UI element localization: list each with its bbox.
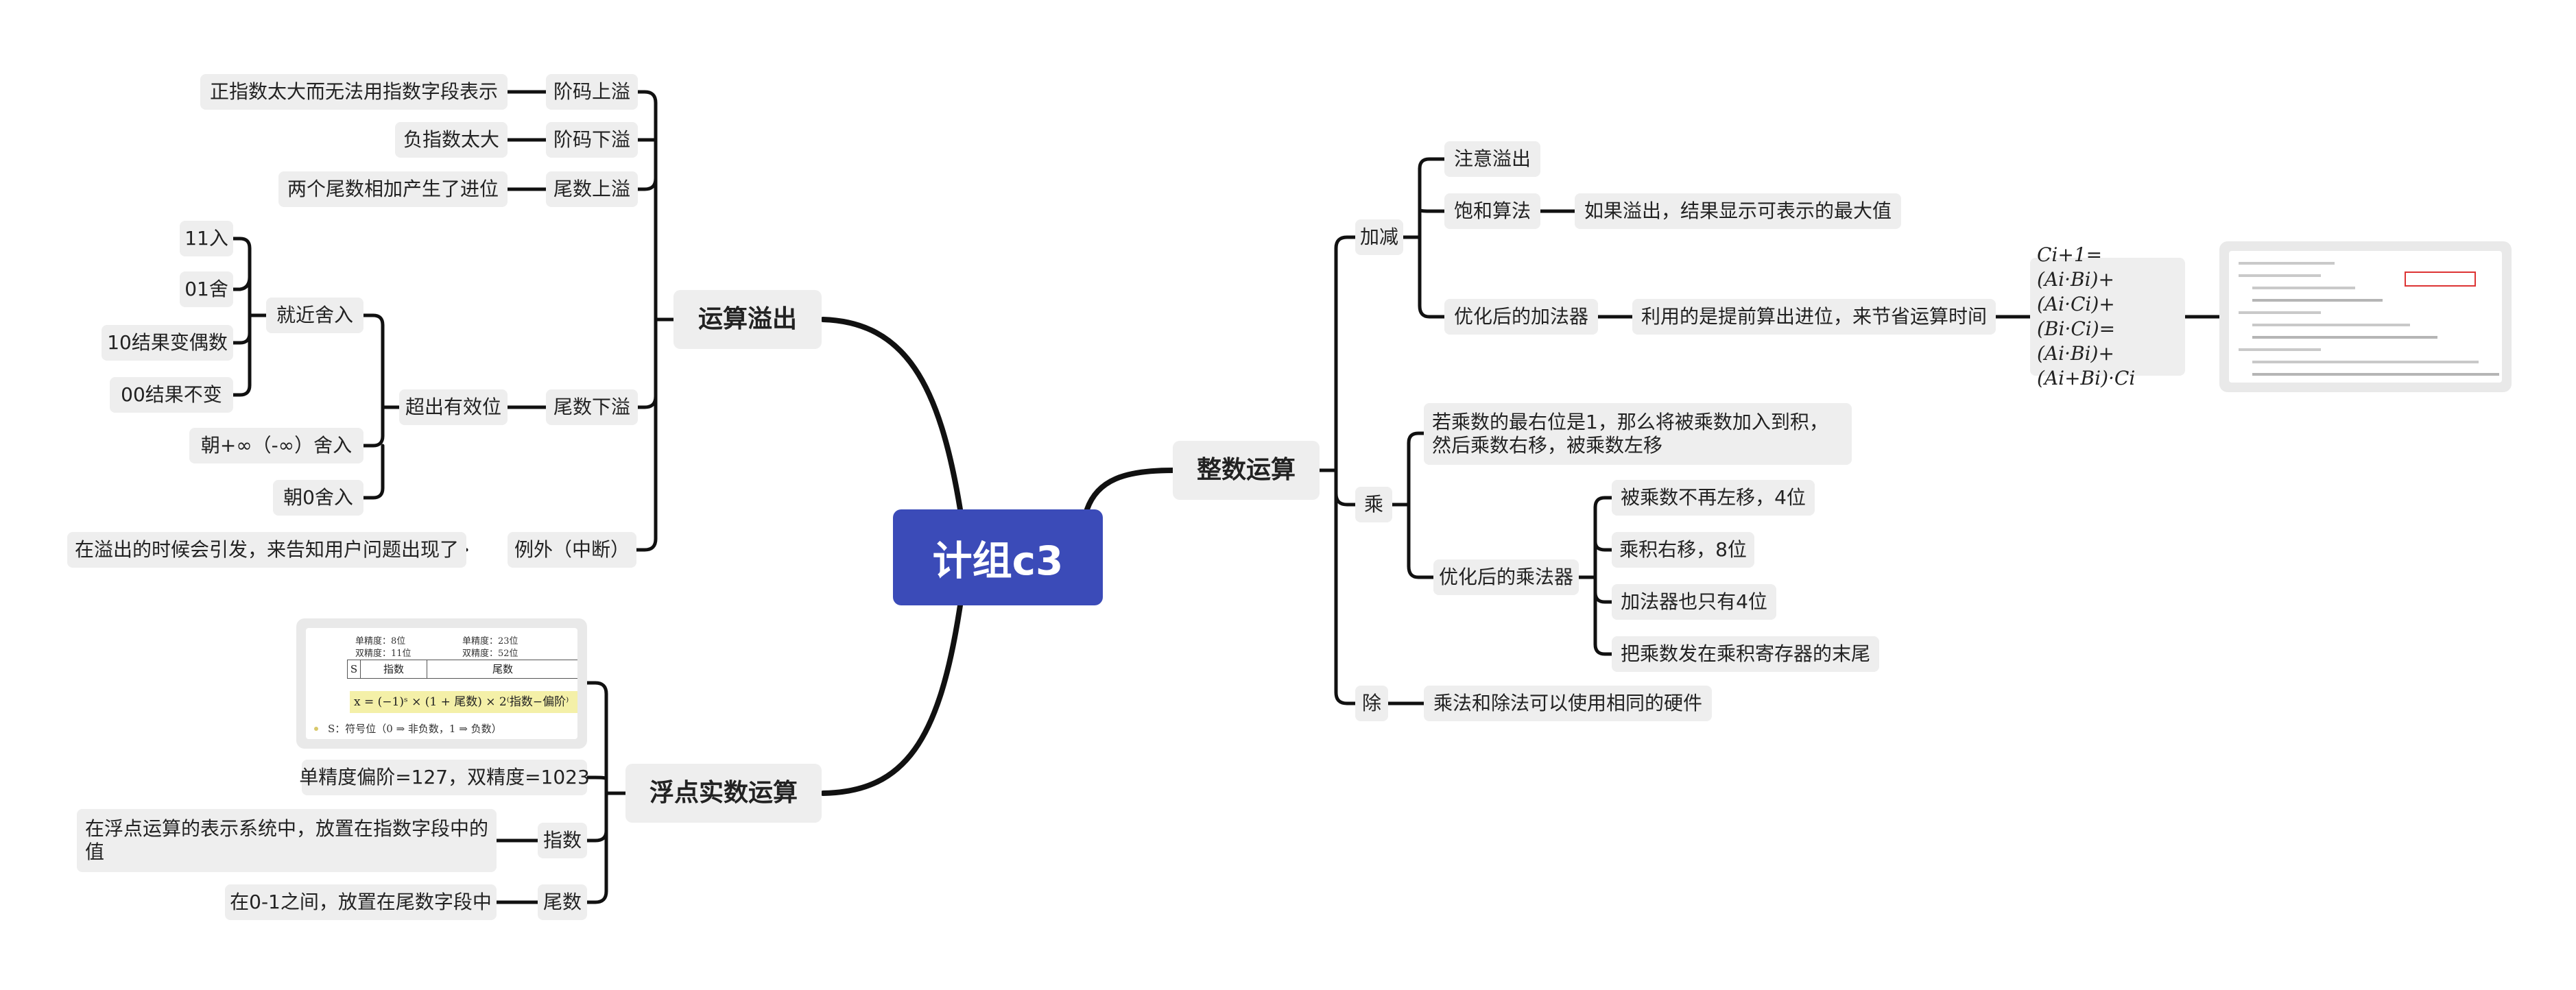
node-round-01[interactable]: 01舍 xyxy=(180,271,233,307)
node-exp-overflow[interactable]: 阶码上溢 xyxy=(546,74,638,110)
field-exponent: 指数 xyxy=(361,660,427,678)
image-line xyxy=(2239,348,2321,351)
node-addsub[interactable]: 加减 xyxy=(1355,219,1403,255)
image-line xyxy=(2252,336,2437,339)
node-mul-item-2[interactable]: 乘积右移，8位 xyxy=(1612,532,1754,568)
image-line xyxy=(2239,311,2321,314)
node-round-toward-zero[interactable]: 朝0舍入 xyxy=(273,480,363,516)
node-exponent[interactable]: 指数 xyxy=(538,823,587,858)
node-mul-item-4[interactable]: 把乘数发在乘积寄存器的末尾 xyxy=(1612,636,1879,672)
field-mantissa: 尾数 xyxy=(492,663,513,675)
node-round-10[interactable]: 10结果变偶数 xyxy=(102,325,233,361)
node-round-nearest[interactable]: 就近舍入 xyxy=(266,298,363,333)
node-mul-rule[interactable]: 若乘数的最右位是1，那么将被乘数加入到积，然后乘数右移，被乘数左移 xyxy=(1424,403,1852,465)
node-mul-item-1[interactable]: 被乘数不再左移，4位 xyxy=(1612,480,1815,516)
node-mantissa-underflow[interactable]: 尾数下溢 xyxy=(546,389,638,425)
image-line xyxy=(2252,324,2410,326)
node-mantissa[interactable]: 尾数 xyxy=(538,884,587,920)
single-man-bits: 单精度：23位 xyxy=(462,636,518,647)
single-exp-bits: 单精度：8位 xyxy=(355,636,406,647)
branch-overflow[interactable]: 运算溢出 xyxy=(673,290,822,349)
node-exp-underflow-desc[interactable]: 负指数太大 xyxy=(395,122,508,158)
node-round-11[interactable]: 11入 xyxy=(180,221,233,256)
root-topic[interactable]: 计组c3 xyxy=(893,509,1103,605)
image-line xyxy=(2239,274,2321,277)
node-round-toward-inf[interactable]: 朝+∞（-∞）舍入 xyxy=(189,428,363,463)
node-overflow-note[interactable]: 注意溢出 xyxy=(1444,141,1540,177)
node-mul[interactable]: 乘 xyxy=(1355,487,1392,522)
node-div[interactable]: 除 xyxy=(1355,686,1388,721)
field-sign: S xyxy=(348,660,361,678)
node-exp-underflow[interactable]: 阶码下溢 xyxy=(546,122,638,158)
double-exp-bits: 双精度：11位 xyxy=(355,649,412,659)
image-line xyxy=(2252,299,2383,302)
image-line xyxy=(2252,361,2479,363)
field-table: S 指数 尾数 xyxy=(347,660,577,679)
node-exp-overflow-desc[interactable]: 正指数太大而无法用指数字段表示 xyxy=(200,74,508,110)
node-carry-formula[interactable]: Ci+1=(Ai·Bi)+(Ai·Ci)+(Bi·Ci)=(Ai·Bi)+(Ai… xyxy=(2030,243,2185,389)
image-line xyxy=(2252,287,2355,289)
node-opt-multiplier[interactable]: 优化后的乘法器 xyxy=(1433,559,1579,595)
branch-integer[interactable]: 整数运算 xyxy=(1173,441,1320,500)
highlight-box xyxy=(2405,271,2476,287)
image-line xyxy=(2252,373,2499,376)
float-format-image: 单精度：8位 单精度：23位 双精度：11位 双精度：52位 S 指数 尾数 x… xyxy=(296,618,587,749)
node-saturate[interactable]: 饱和算法 xyxy=(1444,193,1540,229)
node-mul-item-3[interactable]: 加法器也只有4位 xyxy=(1612,584,1776,620)
node-mantissa-overflow[interactable]: 尾数上溢 xyxy=(546,171,638,207)
node-mantissa-overflow-desc[interactable]: 两个尾数相加产生了进位 xyxy=(278,171,508,207)
node-excess-digits[interactable]: 超出有效位 xyxy=(399,389,508,425)
node-exponent-desc[interactable]: 在浮点运算的表示系统中，放置在指数字段中的值 xyxy=(77,809,497,872)
node-div-desc[interactable]: 乘法和除法可以使用相同的硬件 xyxy=(1424,686,1712,721)
node-mantissa-desc[interactable]: 在0-1之间，放置在尾数字段中 xyxy=(225,884,497,920)
carry-lookahead-image xyxy=(2219,241,2512,392)
bullet-icon xyxy=(314,727,318,731)
node-bias[interactable]: 单精度偏阶=127，双精度=1023 xyxy=(299,760,590,795)
double-man-bits: 双精度：52位 xyxy=(462,649,518,659)
sign-note: S：符号位（0 ⇒ 非负数，1 ⇒ 负数） xyxy=(328,723,502,735)
node-opt-adder[interactable]: 优化后的加法器 xyxy=(1444,299,1598,335)
node-exception-desc[interactable]: 在溢出的时候会引发，来告知用户问题出现了 xyxy=(67,532,466,568)
node-exception[interactable]: 例外（中断） xyxy=(508,532,636,568)
node-opt-adder-desc[interactable]: 利用的是提前算出进位，来节省运算时间 xyxy=(1632,299,1996,335)
image-line xyxy=(2239,262,2335,265)
float-formula: x = (−1)ˢ × (1 + 尾数) × 2⁽指数−偏阶⁾ xyxy=(350,691,577,713)
branch-float[interactable]: 浮点实数运算 xyxy=(625,764,822,823)
node-saturate-desc[interactable]: 如果溢出，结果显示可表示的最大值 xyxy=(1575,193,1901,229)
node-round-00[interactable]: 00结果不变 xyxy=(110,377,233,413)
